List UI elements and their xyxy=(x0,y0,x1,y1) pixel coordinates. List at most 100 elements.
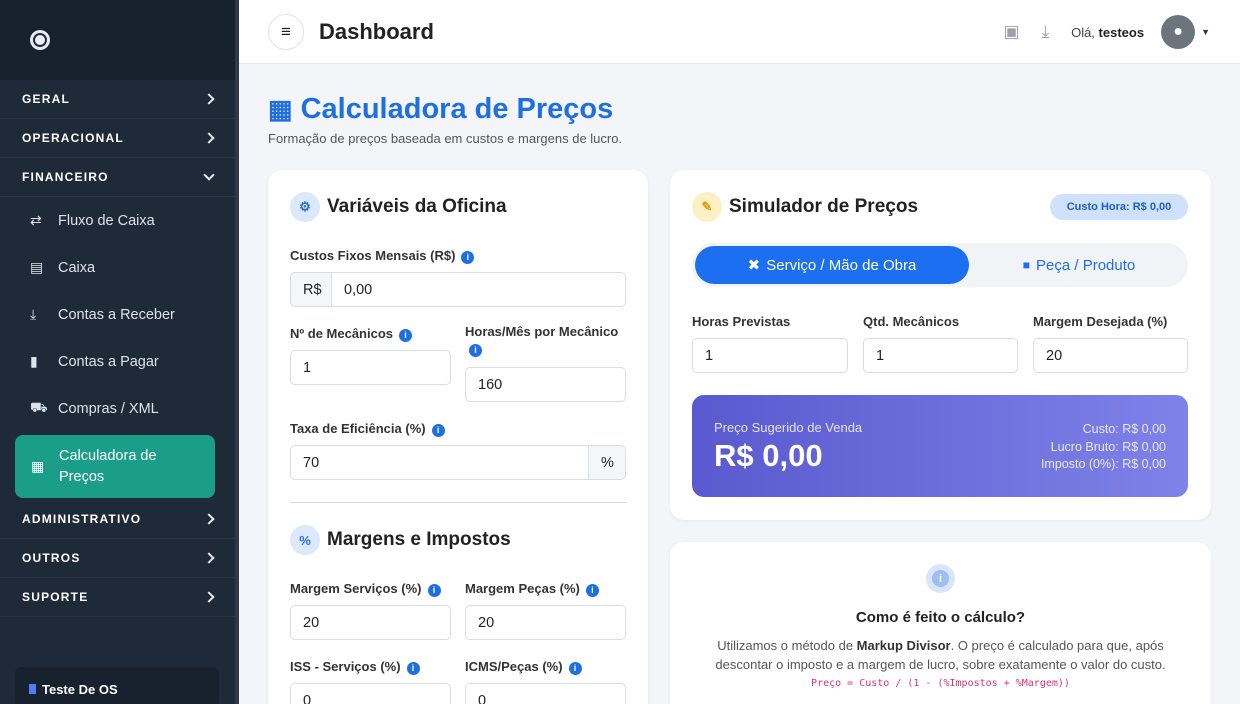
tab-peca-label: Peça / Produto xyxy=(1036,256,1136,274)
chevron-right-icon xyxy=(203,591,215,603)
qtd-mecanicos-input[interactable]: 1 xyxy=(863,338,1018,373)
workspace-selector[interactable]: Teste De OS xyxy=(15,667,219,704)
chevron-right-icon xyxy=(203,552,215,564)
info-text: Utilizamos o método de Markup Divisor. O… xyxy=(690,636,1191,674)
sidebar-item-label: Calculadora de Preços xyxy=(59,446,157,488)
result-value: R$ 0,00 xyxy=(714,438,823,473)
info-icon[interactable]: i xyxy=(461,251,475,264)
result-panel: Preço Sugerido de Venda R$ 0,00 Custo: R… xyxy=(692,395,1188,497)
margem-pecas-input[interactable]: 20 xyxy=(465,605,626,640)
user-name: testeos xyxy=(1098,24,1145,40)
info-icon[interactable]: i xyxy=(469,344,482,357)
percent-suffix: % xyxy=(589,445,626,480)
sidebar-item-label: Contas a Receber xyxy=(58,306,175,323)
mecanicos-label-text: Nº de Mecânicos xyxy=(290,326,394,341)
nav-section-operacional[interactable]: OPERACIONAL xyxy=(0,119,235,158)
icms-input[interactable]: 0 xyxy=(465,683,626,704)
mecanicos-label: Nº de Mecânicos i xyxy=(290,326,413,342)
custos-input[interactable]: 0,00 xyxy=(331,272,626,307)
sidebar-item-fluxo-de-caixa[interactable]: ⇄ Fluxo de Caixa xyxy=(0,197,235,244)
margem-desejada-label: Margem Desejada (%) xyxy=(1033,314,1168,329)
calculator-icon: ▦ xyxy=(31,458,45,474)
percent-icon: % xyxy=(290,525,320,555)
sidebar-item-label: Contas a Pagar xyxy=(58,353,159,370)
invoice-dollar-icon[interactable]: ▣ xyxy=(1004,22,1020,42)
horas-label: Horas/Mês por Mecânico i xyxy=(465,324,618,357)
cart-icon: ⛟ xyxy=(30,399,48,415)
icms-label-text: ICMS/Peças (%) xyxy=(465,659,563,674)
eficiencia-label-text: Taxa de Eficiência (%) xyxy=(290,421,426,436)
nav-section-label: ADMINISTRATIVO xyxy=(22,512,142,526)
info-text-before: Utilizamos o método de xyxy=(717,638,854,653)
tab-peca[interactable]: ■ Peça / Produto xyxy=(972,246,1186,284)
horas-previstas-input[interactable]: 1 xyxy=(692,338,848,373)
sidebar-item-label: Compras / XML xyxy=(58,400,159,417)
custo-hora-badge: Custo Hora: R$ 0,00 xyxy=(1050,194,1188,220)
horas-previstas-label: Horas Previstas xyxy=(692,314,791,329)
horas-label-text: Horas/Mês por Mecânico xyxy=(465,324,619,339)
margens-heading: % Margens e Impostos xyxy=(290,525,511,555)
section-divider xyxy=(290,502,626,503)
info-icon[interactable]: i xyxy=(568,662,582,675)
sidebar-item-contas-a-pagar[interactable]: ▮ Contas a Pagar xyxy=(0,338,235,385)
chevron-right-icon xyxy=(203,132,215,144)
greeting-text: Olá, xyxy=(1071,24,1095,40)
app-logo[interactable] xyxy=(30,30,50,50)
nav-section-label: OPERACIONAL xyxy=(22,131,124,145)
hand-holding-dollar-icon: ⤓ xyxy=(30,306,37,322)
iss-label-text: ISS - Serviços (%) xyxy=(290,659,401,674)
info-icon[interactable]: i xyxy=(399,329,413,342)
calculator-icon: ▦ xyxy=(268,94,293,124)
nav-section-label: OUTROS xyxy=(22,551,81,565)
user-icon: ● xyxy=(1173,23,1183,40)
eficiencia-input[interactable]: 70 xyxy=(290,445,589,480)
sidebar-item-label-line2: Preços xyxy=(59,468,105,485)
invoice-icon: ▮ xyxy=(30,353,38,369)
mecanicos-input[interactable]: 1 xyxy=(290,350,451,385)
nav-section-label: SUPORTE xyxy=(22,590,89,604)
menu-toggle-button[interactable]: ≡ xyxy=(268,13,304,50)
margem-servicos-input[interactable]: 20 xyxy=(290,605,451,640)
nav-section-outros[interactable]: OUTROS xyxy=(0,539,235,578)
info-icon[interactable]: i xyxy=(431,424,445,437)
info-icon[interactable]: i xyxy=(406,662,420,675)
caret-down-icon[interactable]: ▼ xyxy=(1201,27,1210,37)
pencil-icon: ✎ xyxy=(692,192,722,222)
sidebar-item-calculadora[interactable]: ▦ Calculadora de Preços xyxy=(15,435,215,498)
iss-input[interactable]: 0 xyxy=(290,683,451,704)
margem-pecas-label-text: Margem Peças (%) xyxy=(465,581,580,596)
hamburger-icon: ≡ xyxy=(281,21,291,41)
result-custo: Custo: R$ 0,00 xyxy=(1082,422,1166,436)
nav-section-label: FINANCEIRO xyxy=(22,170,109,184)
info-icon[interactable]: i xyxy=(427,584,441,597)
workspace-name: Teste De OS xyxy=(42,682,118,697)
sidebar: GERAL OPERACIONAL FINANCEIRO ⇄ Fluxo de C… xyxy=(0,0,239,704)
user-avatar[interactable]: ● xyxy=(1161,15,1196,49)
horas-input[interactable]: 160 xyxy=(465,367,626,402)
sidebar-item-contas-a-receber[interactable]: ⤓ Contas a Receber xyxy=(0,291,235,338)
header-actions: ▣ ⤓ Olá, testeos ● ▼ xyxy=(1004,0,1210,64)
nav-section-administrativo[interactable]: ADMINISTRATIVO xyxy=(0,500,235,539)
margem-servicos-label: Margem Serviços (%) i xyxy=(290,581,441,597)
info-icon[interactable]: i xyxy=(585,584,599,597)
nav-section-geral[interactable]: GERAL xyxy=(0,80,235,119)
hand-holding-dollar-icon[interactable]: ⤓ xyxy=(1042,22,1050,42)
margem-desejada-input[interactable]: 20 xyxy=(1033,338,1188,373)
info-text-bold: Markup Divisor xyxy=(856,638,951,653)
mode-toggle: ✖ Serviço / Mão de Obra ■ Peça / Produto xyxy=(692,243,1188,287)
tab-servico-label: Serviço / Mão de Obra xyxy=(766,256,917,274)
margem-servicos-label-text: Margem Serviços (%) xyxy=(290,581,422,596)
simulador-heading: ✎ Simulador de Preços xyxy=(692,192,918,222)
nav-section-financeiro[interactable]: FINANCEIRO xyxy=(0,158,235,197)
sidebar-item-caixa[interactable]: ▤ Caixa xyxy=(0,244,235,291)
icms-label: ICMS/Peças (%) i xyxy=(465,659,582,675)
oficina-heading: ⚙ Variáveis da Oficina xyxy=(290,192,507,222)
nav-section-suporte[interactable]: SUPORTE xyxy=(0,578,235,617)
logo-area xyxy=(0,0,235,80)
simulador-title: Simulador de Preços xyxy=(729,196,919,217)
currency-prefix: R$ xyxy=(290,272,332,307)
tab-servico[interactable]: ✖ Serviço / Mão de Obra xyxy=(695,246,969,284)
exchange-icon: ⇄ xyxy=(30,212,42,228)
page-subtitle: Formação de preços baseada em custos e m… xyxy=(268,131,623,146)
sidebar-item-compras-xml[interactable]: ⛟ Compras / XML xyxy=(0,385,235,432)
